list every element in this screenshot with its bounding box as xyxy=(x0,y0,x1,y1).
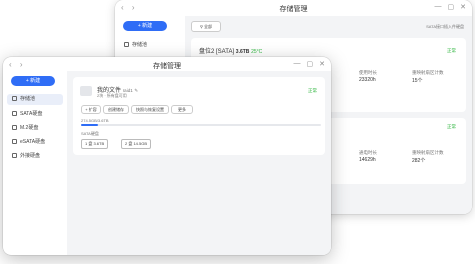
sidebar: + 新建 存储池 SATA硬盘 M.2硬盘 eSATA硬盘 外接硬盘 xyxy=(3,71,65,255)
stat-label: 重映射扇区计数 xyxy=(412,70,444,75)
stat-label: 通电时长 xyxy=(359,150,377,155)
snapshot-settings-button[interactable]: 快照与恢复设置 xyxy=(131,105,169,114)
filter-label: 全部 xyxy=(204,24,213,29)
pool-icon xyxy=(80,86,92,96)
sidebar-item-m2[interactable]: M.2硬盘 xyxy=(7,123,63,134)
sidebar-item-label: 存储池 xyxy=(132,42,148,48)
sidebar-item-sata[interactable]: SATA硬盘 xyxy=(7,109,63,120)
pool-subtitle: 2块 · 所有盘可用 xyxy=(97,93,127,98)
create-storage-button[interactable]: 创建储存 xyxy=(103,105,129,114)
window-title: 存储管理 xyxy=(153,63,181,70)
window-controls: — ▢ ✕ xyxy=(294,60,326,68)
maximize-icon[interactable]: ▢ xyxy=(448,3,455,11)
more-button[interactable]: 更多 xyxy=(171,105,193,114)
sidebar-item-external[interactable]: 外接硬盘 xyxy=(7,151,63,162)
storage-pool-card[interactable]: 我的文件 raid1 ✎ 2块 · 所有盘可用 正常 + 扩容 创建储存 快照与… xyxy=(73,77,325,155)
titlebar: ‹ › 存储管理 — ▢ ✕ xyxy=(115,0,472,16)
stat-value: 14629h xyxy=(359,157,376,163)
window-title: 存储管理 xyxy=(279,6,308,13)
stat-label: 使用时长 xyxy=(359,70,377,75)
sidebar-item-label: eSATA硬盘 xyxy=(20,139,46,145)
sidebar-item-label: SATA硬盘 xyxy=(20,111,43,117)
stat-label: 重映射扇区计数 xyxy=(412,150,444,155)
stat-value: 282个 xyxy=(412,158,426,164)
filter-icon: ⚲ xyxy=(199,24,203,29)
sidebar-item-storage-pool[interactable]: 存储池 xyxy=(119,40,175,51)
main-content: 我的文件 raid1 ✎ 2块 · 所有盘可用 正常 + 扩容 创建储存 快照与… xyxy=(67,71,331,255)
storage-icon xyxy=(12,96,17,101)
disk-icon xyxy=(12,111,17,116)
disk-size: 3.6TB xyxy=(235,49,250,55)
storage-icon xyxy=(124,42,129,47)
front-window: ‹ › 存储管理 — ▢ ✕ + 新建 存储池 SATA硬盘 M.2硬盘 eSA… xyxy=(3,57,331,255)
usage-bar xyxy=(81,124,321,126)
sidebar-item-label: 存储池 xyxy=(20,96,36,102)
window-controls: — ▢ ✕ xyxy=(435,3,467,11)
disk-name: 盘位2 [SATA] xyxy=(199,49,235,55)
edit-icon[interactable]: ✎ xyxy=(134,88,138,93)
disk-icon xyxy=(12,125,17,130)
sidebar-item-label: 外接硬盘 xyxy=(20,153,41,159)
stat-value: 15个 xyxy=(412,78,423,84)
sidebar-item-esata[interactable]: eSATA硬盘 xyxy=(7,137,63,148)
disk-temp: 25°C xyxy=(251,49,263,55)
close-icon[interactable]: ✕ xyxy=(319,60,325,68)
titlebar: ‹ › 存储管理 — ▢ ✕ xyxy=(3,57,331,71)
disk-status: 正常 xyxy=(447,48,456,53)
usage-text: 274.5GB/3.6TB xyxy=(81,118,109,123)
usb-icon xyxy=(12,153,17,158)
sidebar-item-storage-pool[interactable]: 存储池 xyxy=(7,94,63,105)
new-button[interactable]: + 新建 xyxy=(123,21,167,31)
minimize-icon[interactable]: — xyxy=(294,60,301,68)
disk-title: 盘位2 [SATA] 3.6TB 25°C xyxy=(199,46,262,55)
usage-bar-fill xyxy=(81,124,98,126)
filter-select[interactable]: ⚲ 全部 xyxy=(191,21,221,32)
disks-title: SATA硬盘 xyxy=(81,131,99,136)
disk-chip[interactable]: 2 盘 14.5GB xyxy=(121,139,152,149)
disk-icon xyxy=(12,139,17,144)
close-icon[interactable]: ✕ xyxy=(460,3,466,11)
pool-status: 正常 xyxy=(308,88,317,93)
new-button[interactable]: + 新建 xyxy=(11,76,55,86)
minimize-icon[interactable]: — xyxy=(435,3,442,11)
disk-chip[interactable]: 1 盘 3.6TB xyxy=(81,139,109,149)
expand-button[interactable]: + 扩容 xyxy=(81,105,101,114)
sidebar-item-label: M.2硬盘 xyxy=(20,125,39,131)
stat-value: 23320h xyxy=(359,77,376,83)
disk-status: 正常 xyxy=(447,124,456,129)
sata-note: SATA接口插入件硬盘 xyxy=(426,24,464,29)
maximize-icon[interactable]: ▢ xyxy=(307,60,314,68)
